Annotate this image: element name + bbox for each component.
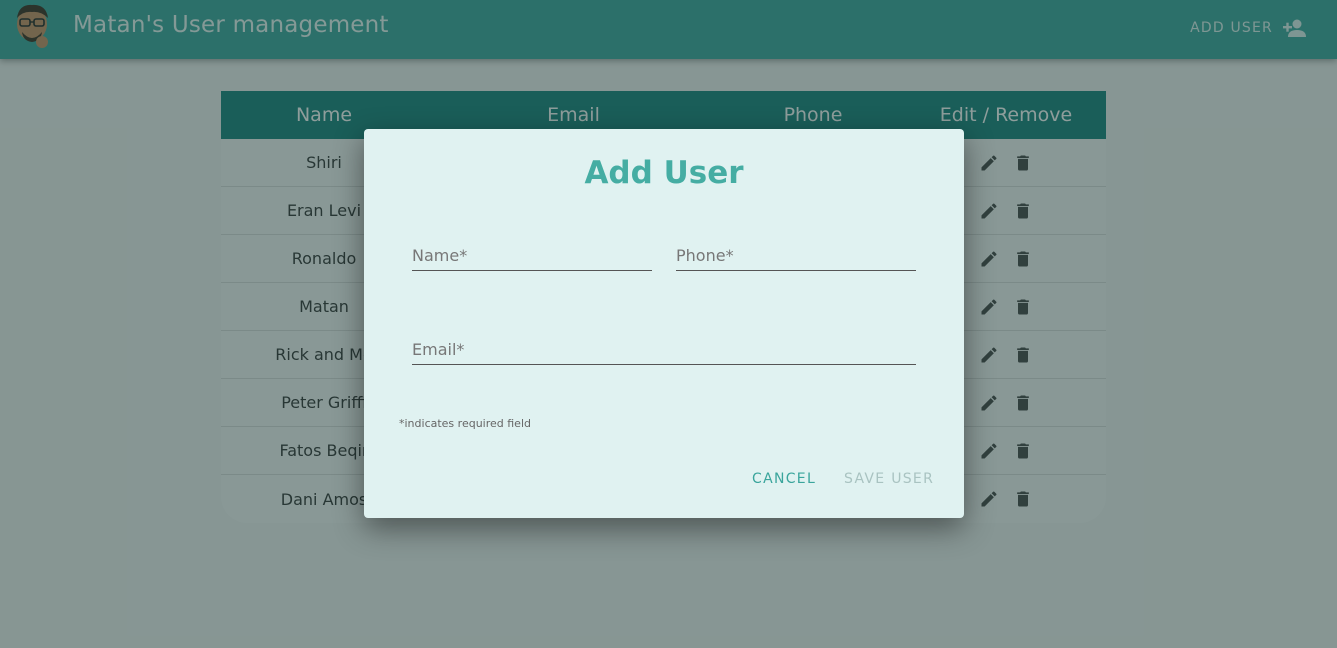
add-user-dialog: Add User *indicates required field CANCE… <box>364 129 964 518</box>
name-input[interactable] <box>412 241 652 270</box>
email-input[interactable] <box>412 335 916 364</box>
dialog-title: Add User <box>584 155 744 191</box>
phone-field <box>676 241 916 271</box>
required-field-note: *indicates required field <box>399 417 531 430</box>
email-field <box>412 335 916 365</box>
save-user-button[interactable]: SAVE USER <box>844 471 934 487</box>
phone-input[interactable] <box>676 241 916 270</box>
cancel-button[interactable]: CANCEL <box>752 471 816 487</box>
name-field <box>412 241 652 271</box>
